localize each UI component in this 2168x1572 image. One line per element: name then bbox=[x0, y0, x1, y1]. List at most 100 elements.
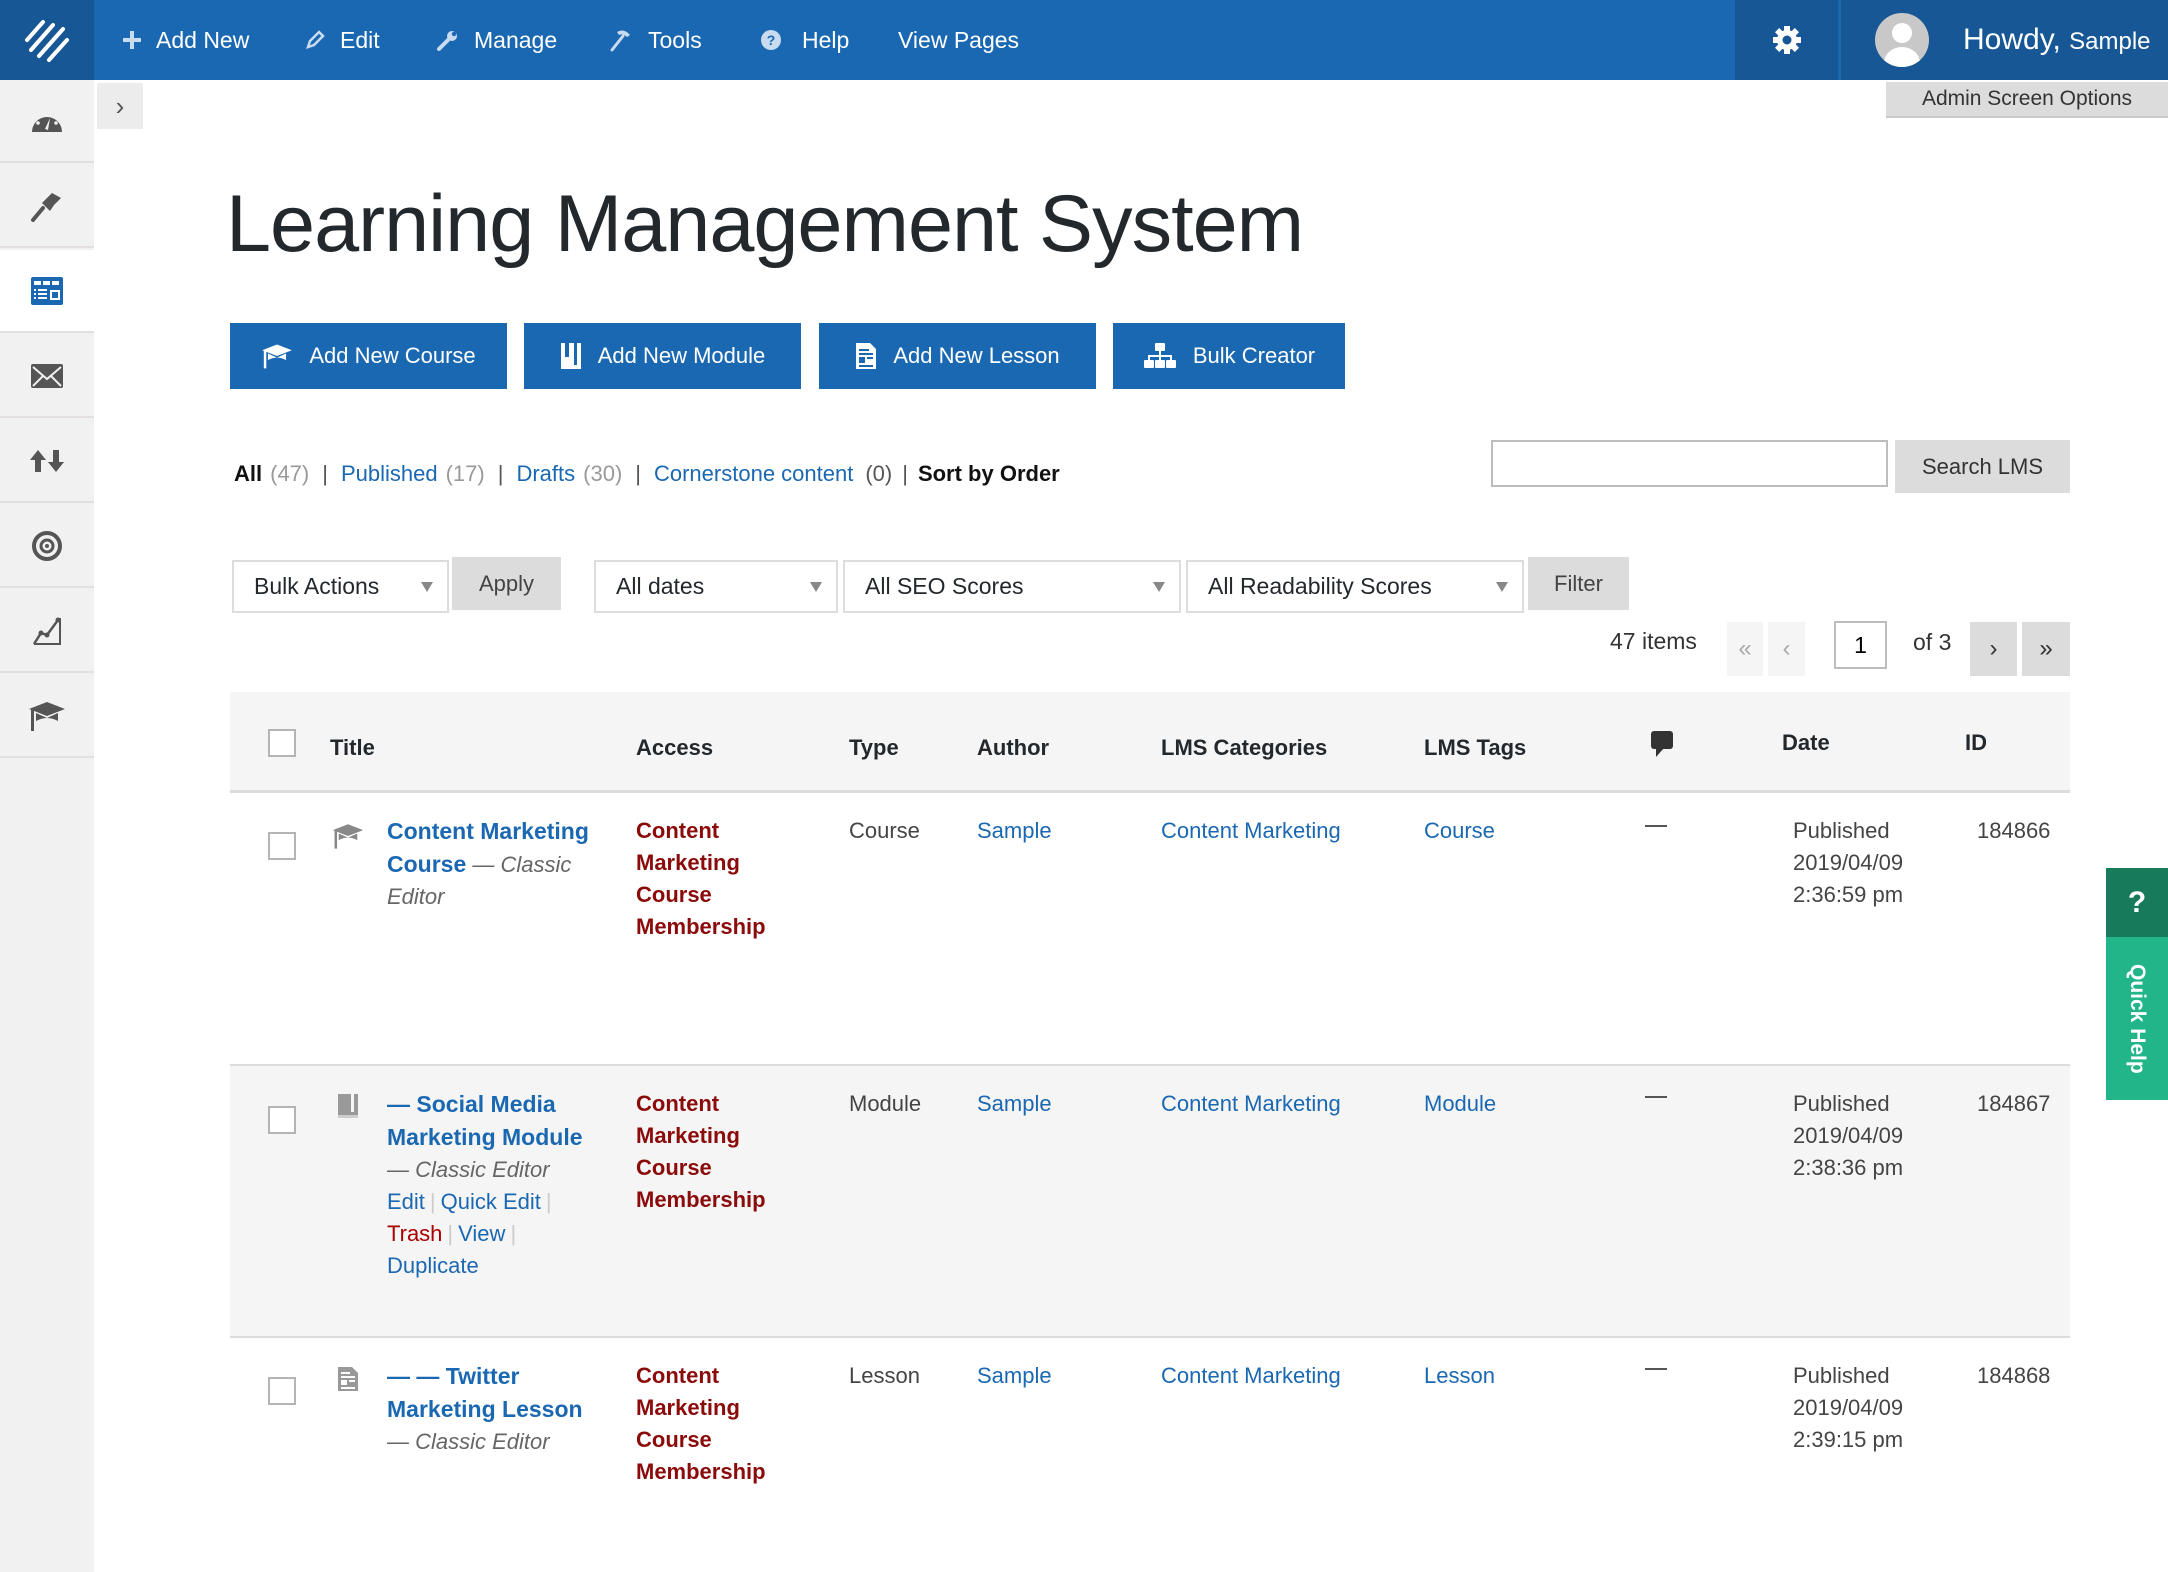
bulk-actions-select[interactable]: Bulk Actions bbox=[232, 560, 449, 613]
column-date[interactable]: Date bbox=[1782, 730, 1830, 756]
sidebar-item-goals[interactable] bbox=[0, 505, 94, 588]
bulk-creator-button[interactable]: Bulk Creator bbox=[1113, 323, 1345, 389]
row-checkbox[interactable] bbox=[268, 1377, 296, 1405]
settings-button[interactable] bbox=[1735, 0, 1838, 80]
user-menu[interactable]: Howdy, Sample bbox=[1841, 0, 2168, 80]
graduation-cap-icon bbox=[261, 342, 293, 370]
view-all-count: (47) bbox=[270, 461, 310, 486]
prev-page-button[interactable]: ‹ bbox=[1768, 622, 1805, 676]
category-link[interactable]: Content Marketing bbox=[1161, 1360, 1341, 1392]
row-checkbox[interactable] bbox=[268, 1106, 296, 1134]
search-lms-button[interactable]: Search LMS bbox=[1895, 440, 2070, 493]
column-author: Author bbox=[977, 735, 1050, 760]
tag-link[interactable]: Lesson bbox=[1424, 1360, 1495, 1392]
book-icon bbox=[560, 342, 582, 370]
column-comments[interactable] bbox=[1650, 730, 1674, 763]
sidebar-collapse-toggle[interactable]: › bbox=[97, 83, 143, 129]
tag-link[interactable]: Module bbox=[1424, 1088, 1496, 1120]
view-drafts-link[interactable]: Drafts bbox=[516, 461, 575, 487]
access-cell[interactable]: Content Marketing Course Membership bbox=[636, 1088, 806, 1216]
editor-label: — Classic Editor bbox=[387, 1157, 550, 1182]
sidebar-item-email[interactable] bbox=[0, 335, 94, 418]
author-link[interactable]: Sample bbox=[977, 1360, 1052, 1392]
trash-link[interactable]: Trash bbox=[387, 1221, 442, 1246]
first-page-button[interactable]: « bbox=[1727, 622, 1763, 676]
add-new-module-button[interactable]: Add New Module bbox=[524, 323, 801, 389]
topnav-tools[interactable]: Tools bbox=[608, 0, 702, 80]
sidebar-item-import-export[interactable] bbox=[0, 420, 94, 503]
type-cell: Module bbox=[849, 1091, 922, 1116]
select-value: All SEO Scores bbox=[865, 573, 1024, 599]
id-cell: 184867 bbox=[1977, 1091, 2051, 1116]
sidebar-item-courses[interactable] bbox=[0, 675, 94, 758]
author-link[interactable]: Sample bbox=[977, 1088, 1052, 1120]
last-page-button[interactable]: » bbox=[2022, 622, 2070, 676]
hammer-icon bbox=[608, 27, 634, 53]
column-title[interactable]: Title bbox=[330, 735, 375, 761]
add-new-course-button[interactable]: Add New Course bbox=[230, 323, 507, 389]
status: Published bbox=[1793, 1091, 1890, 1116]
separator: | bbox=[497, 461, 504, 486]
next-page-button[interactable]: › bbox=[1970, 622, 2017, 676]
button-label: Add New Course bbox=[309, 343, 476, 368]
row-title-link[interactable]: — Social Media Marketing Module bbox=[387, 1091, 583, 1150]
site-logo[interactable] bbox=[0, 0, 94, 80]
separator: | bbox=[545, 1189, 552, 1214]
sidebar-item-analytics[interactable] bbox=[0, 590, 94, 673]
edit-link[interactable]: Edit bbox=[387, 1189, 425, 1214]
title-cell: Content Marketing Course — Classic Edito… bbox=[387, 815, 597, 913]
lesson-type-icon bbox=[337, 1366, 359, 1397]
column-type: Type bbox=[849, 735, 899, 760]
column-id[interactable]: ID bbox=[1965, 730, 1987, 756]
view-all-link[interactable]: All bbox=[234, 461, 262, 487]
row-checkbox[interactable] bbox=[268, 832, 296, 860]
admin-screen-options-button[interactable]: Admin Screen Options bbox=[1886, 82, 2168, 118]
page-title: Learning Management System bbox=[226, 179, 1304, 269]
sort-by-order-link[interactable]: Sort by Order bbox=[918, 461, 1060, 487]
duplicate-link[interactable]: Duplicate bbox=[387, 1253, 479, 1278]
topnav-manage[interactable]: Manage bbox=[436, 0, 557, 80]
readability-filter-select[interactable]: All Readability Scores bbox=[1186, 560, 1524, 613]
question-circle-icon: ? bbox=[760, 29, 782, 51]
quick-edit-link[interactable]: Quick Edit bbox=[441, 1189, 541, 1214]
apply-button[interactable]: Apply bbox=[452, 557, 561, 610]
select-all-checkbox[interactable] bbox=[268, 729, 296, 757]
quick-help-tab[interactable]: Quick Help bbox=[2106, 937, 2168, 1100]
date-cell: Published 2019/04/09 2:39:15 pm bbox=[1793, 1360, 1943, 1456]
quick-help-question-button[interactable]: ? bbox=[2106, 868, 2168, 937]
filter-button[interactable]: Filter bbox=[1528, 557, 1629, 610]
type-cell: Course bbox=[849, 818, 920, 843]
view-link[interactable]: View bbox=[458, 1221, 505, 1246]
paintbrush-icon bbox=[31, 192, 61, 222]
current-page-input[interactable] bbox=[1834, 621, 1887, 669]
date-filter-select[interactable]: All dates bbox=[594, 560, 838, 613]
caret-down-icon bbox=[1496, 582, 1508, 592]
view-cornerstone-link[interactable]: Cornerstone content bbox=[654, 461, 853, 487]
access-cell[interactable]: Content Marketing Course Membership bbox=[636, 1360, 806, 1488]
view-published-link[interactable]: Published bbox=[341, 461, 438, 487]
topnav-add-new[interactable]: Add New bbox=[122, 0, 249, 80]
category-link[interactable]: Content Marketing bbox=[1161, 1088, 1341, 1120]
avatar bbox=[1875, 13, 1929, 67]
search-input[interactable] bbox=[1491, 440, 1888, 487]
editor-label: — Classic Editor bbox=[387, 1429, 550, 1454]
access-cell[interactable]: Content Marketing Course Membership bbox=[636, 815, 806, 943]
total-pages: of 3 bbox=[1913, 629, 1952, 655]
category-link[interactable]: Content Marketing bbox=[1161, 815, 1341, 847]
author-link[interactable]: Sample bbox=[977, 815, 1052, 847]
seo-score-filter-select[interactable]: All SEO Scores bbox=[843, 560, 1181, 613]
sort-arrows-icon bbox=[30, 449, 64, 472]
topnav-view-pages[interactable]: View Pages bbox=[898, 0, 1019, 80]
lms-table-icon bbox=[31, 276, 63, 305]
sidebar-item-appearance[interactable] bbox=[0, 165, 94, 248]
topnav-help[interactable]: ? Help bbox=[760, 0, 849, 80]
row-title-link[interactable]: — — Twitter Marketing Lesson bbox=[387, 1363, 583, 1422]
date-cell: Published 2019/04/09 2:36:59 pm bbox=[1793, 815, 1943, 911]
tag-link[interactable]: Course bbox=[1424, 815, 1495, 847]
topnav-edit[interactable]: Edit bbox=[304, 0, 380, 80]
topnav-label: Add New bbox=[156, 26, 250, 53]
sidebar-item-lms[interactable] bbox=[0, 250, 94, 333]
add-new-lesson-button[interactable]: Add New Lesson bbox=[819, 323, 1096, 389]
separator: | bbox=[447, 1221, 454, 1246]
sidebar-item-dashboard[interactable] bbox=[0, 80, 94, 163]
